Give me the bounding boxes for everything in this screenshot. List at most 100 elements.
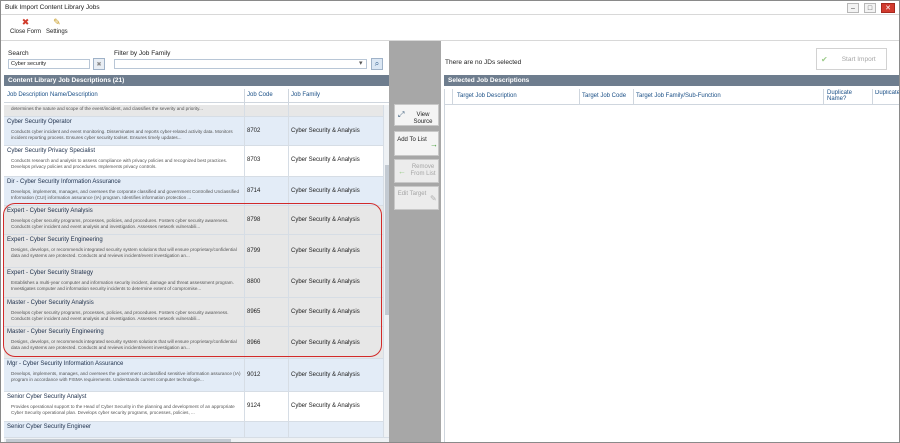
row-name: Senior Cyber Security Engineer	[7, 424, 92, 430]
minimize-button[interactable]: –	[847, 3, 859, 13]
row-job-family: Cyber Security & Analysis	[291, 157, 360, 163]
col-name-header[interactable]: Job Description Name/Description	[7, 92, 98, 98]
row-job-code: 8703	[247, 157, 261, 163]
cell-divider	[244, 359, 245, 391]
row-name: Cyber Security Operator	[7, 119, 72, 125]
col-dup-name-header[interactable]: Duplicate Name?	[827, 90, 867, 102]
table-row[interactable]: Cyber Security Operator Conducts cyber i…	[4, 117, 383, 146]
search-input[interactable]: Cyber security	[8, 59, 90, 69]
settings-icon: ✎	[53, 16, 61, 27]
add-to-list-button[interactable]: Add To List →	[394, 131, 439, 156]
cell-divider	[288, 105, 289, 116]
row-job-code: 9012	[247, 372, 261, 378]
table-row[interactable]: Dir - Cyber Security Information Assuran…	[4, 177, 383, 206]
window-controls: – □ ✕	[847, 3, 895, 13]
col-divider	[244, 89, 245, 105]
cell-divider	[288, 117, 289, 145]
chevron-down-icon[interactable]: ▾	[359, 59, 363, 67]
left-panel-header: Content Library Job Descriptions (21)	[4, 75, 389, 86]
row-name: Cyber Security Privacy Specialist	[7, 148, 96, 154]
filter-search-button[interactable]: ⌕	[371, 58, 383, 70]
view-source-label: View Source	[413, 112, 433, 125]
row-job-family: Cyber Security & Analysis	[291, 372, 360, 378]
cell-divider	[244, 105, 245, 116]
cell-divider	[244, 422, 245, 437]
row-job-code: 8702	[247, 128, 261, 134]
remove-from-list-button[interactable]: ← Remove From List	[394, 159, 439, 183]
cell-divider	[288, 146, 289, 176]
window-close-button[interactable]: ✕	[881, 3, 895, 13]
edit-target-button[interactable]: Edit Target ✎	[394, 186, 439, 210]
title-bar: Bulk Import Content Library Jobs – □ ✕	[1, 1, 899, 15]
row-name: Senior Cyber Security Analyst	[7, 394, 87, 400]
col-target-family-header[interactable]: Target Job Family/Sub-Function	[636, 93, 721, 99]
col-divider	[444, 89, 445, 442]
cell-divider	[244, 146, 245, 176]
cell-divider	[288, 392, 289, 421]
row-job-family: Cyber Security & Analysis	[291, 403, 360, 409]
close-form-icon: ✖	[21, 16, 30, 27]
row-description: determines the nature and scope of the e…	[11, 106, 203, 111]
row-description: Develops, implements, manages, and overs…	[11, 189, 240, 200]
table-row[interactable]: Senior Cyber Security Analyst Provides o…	[4, 392, 383, 422]
col-divider	[288, 89, 289, 105]
horizontal-scrollbar[interactable]	[4, 437, 389, 442]
cell-divider	[288, 177, 289, 205]
right-panel-header: Selected Job Descriptions	[444, 75, 899, 86]
cell-divider	[244, 177, 245, 205]
table-row[interactable]: determines the nature and scope of the e…	[4, 105, 383, 117]
col-family-header[interactable]: Job Family	[291, 92, 320, 98]
row-job-family: Cyber Security & Analysis	[291, 128, 360, 134]
scrollbar-thumb[interactable]	[6, 439, 231, 442]
left-column-header: Job Description Name/Description Job Cod…	[4, 89, 389, 103]
cell-divider	[244, 117, 245, 145]
col-code-header[interactable]: Job Code	[247, 92, 273, 98]
close-form-label: Close Form	[10, 29, 42, 35]
application-window: Bulk Import Content Library Jobs – □ ✕ ✖…	[0, 0, 900, 443]
window-title: Bulk Import Content Library Jobs	[5, 4, 100, 11]
view-source-icon: ⤢	[398, 110, 405, 119]
table-row[interactable]: Mgr - Cyber Security Information Assuran…	[4, 359, 383, 392]
remove-from-list-label: Remove From List	[410, 164, 436, 177]
close-form-button[interactable]: ✖ Close Form	[10, 17, 41, 35]
view-source-button[interactable]: ⤢ View Source	[394, 104, 439, 126]
row-job-code: 9124	[247, 403, 261, 409]
selection-status: There are no JDs selected	[445, 59, 522, 66]
ribbon-toolbar: ✖ Close Form ✎ Settings	[1, 15, 899, 41]
add-to-list-label: Add To List	[397, 137, 427, 143]
start-import-label: Start Import	[841, 55, 876, 63]
cell-divider	[244, 392, 245, 421]
start-import-button[interactable]: ✔ Start Import	[816, 48, 887, 70]
table-row[interactable]: Cyber Security Privacy Specialist Conduc…	[4, 146, 383, 177]
row-description: Provides operational support to the Head…	[11, 404, 235, 415]
settings-button[interactable]: ✎ Settings	[46, 17, 68, 35]
filter-label: Filter by Job Family	[114, 50, 171, 57]
arrow-right-icon: →	[430, 140, 438, 149]
cell-divider	[288, 359, 289, 391]
clear-search-button[interactable]: ✖	[93, 58, 105, 70]
settings-label: Settings	[46, 29, 68, 35]
row-name: Dir - Cyber Security Information Assuran…	[7, 179, 121, 185]
search-icon: ⌕	[374, 59, 380, 68]
col-target-desc-header[interactable]: Target Job Description	[457, 93, 517, 99]
row-name: Mgr - Cyber Security Information Assuran…	[7, 361, 124, 367]
job-family-select[interactable]	[114, 59, 367, 69]
col-divider	[823, 89, 824, 105]
row-description: Conducts research and analysis to assess…	[11, 158, 228, 169]
row-job-code: 8714	[247, 188, 261, 194]
row-description: Conducts cyber incident and event monito…	[11, 129, 233, 140]
col-divider	[633, 89, 634, 105]
clear-icon: ✖	[96, 61, 102, 68]
right-column-header: Target Job Description Target Job Code T…	[444, 89, 899, 105]
col-target-code-header[interactable]: Target Job Code	[582, 93, 626, 99]
arrow-left-icon: ←	[398, 167, 406, 176]
col-divider	[872, 89, 873, 105]
cell-divider	[288, 422, 289, 437]
row-description: Develops, implements, manages, and overs…	[11, 371, 241, 382]
col-dup-code-header[interactable]: Duplicate Code?	[875, 90, 899, 96]
maximize-button[interactable]: □	[864, 3, 876, 13]
pencil-icon: ✎	[430, 194, 437, 203]
col-divider	[579, 89, 580, 105]
table-row[interactable]: Senior Cyber Security Engineer	[4, 422, 383, 437]
search-label: Search	[8, 50, 29, 57]
